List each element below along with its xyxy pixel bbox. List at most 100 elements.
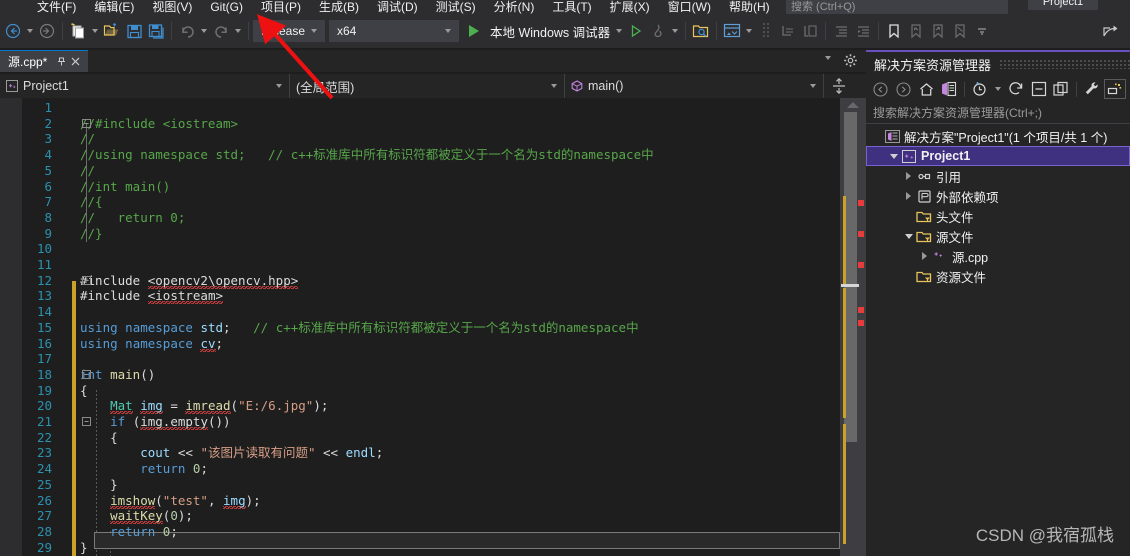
code-line[interactable]: 9 //} — [0, 226, 840, 242]
menu-item-window[interactable]: 窗口(W) — [659, 1, 720, 14]
menu-item-extensions[interactable]: 扩展(X) — [601, 1, 659, 14]
code-line[interactable]: 27 waitKey(0); — [0, 508, 840, 527]
scrollbar-error-marker[interactable] — [858, 231, 864, 237]
tree-item[interactable]: 引用 — [866, 166, 1130, 186]
code-line[interactable]: 22 { — [0, 430, 840, 446]
chevron-down-icon[interactable] — [825, 56, 831, 60]
pending-changes-icon[interactable] — [969, 79, 991, 99]
clear-bookmarks-icon[interactable] — [949, 19, 971, 43]
preview-selected-icon[interactable] — [1104, 79, 1126, 99]
scrollbar-error-marker[interactable] — [858, 320, 864, 326]
menu-item-project[interactable]: 项目(P) — [252, 1, 310, 14]
hot-reload-chevron-icon[interactable] — [672, 29, 679, 33]
debug-target-chevron-icon[interactable] — [616, 29, 623, 33]
code-line[interactable]: 12 #include <opencv2\opencv.hpp> — [0, 272, 840, 291]
menu-item-analyze[interactable]: 分析(N) — [485, 1, 544, 14]
comment-icon[interactable] — [777, 19, 799, 43]
menu-item-tools[interactable]: 工具(T) — [543, 1, 600, 14]
play-outline-icon[interactable] — [625, 19, 647, 43]
menu-item-file[interactable]: 文件(F) — [28, 1, 85, 14]
fold-toggle-icon[interactable]: − — [82, 275, 91, 285]
home-icon[interactable] — [916, 79, 938, 99]
fold-toggle-icon[interactable]: − — [82, 417, 91, 426]
navbar-member-dropdown[interactable]: main() — [565, 74, 824, 98]
menu-item-help[interactable]: 帮助(H) — [720, 1, 779, 14]
code-line[interactable]: 10 — [0, 241, 840, 257]
new-project-icon[interactable] — [67, 19, 89, 43]
navbar-scope-dropdown[interactable]: (全局范围) — [290, 74, 565, 98]
new-project-chevron-icon[interactable] — [92, 29, 98, 33]
solution-configuration-dropdown[interactable]: Release — [253, 20, 325, 42]
code-lines[interactable]: 1 2//#include <iostream> 3//4//using names… — [0, 98, 840, 556]
code-line[interactable]: 21 if (img.empty()) — [0, 414, 840, 432]
code-line[interactable]: 23 cout << "该图片读取有问题" << endl; — [0, 445, 840, 461]
code-line[interactable]: 5 // — [0, 163, 840, 179]
open-folder-icon[interactable] — [101, 19, 123, 43]
code-line[interactable]: 4 //using namespace std; // c++标准库中所有标识符都… — [0, 147, 840, 163]
save-all-icon[interactable] — [145, 19, 167, 43]
refresh-icon[interactable] — [1005, 79, 1027, 99]
fold-toggle-icon[interactable]: − — [82, 369, 91, 379]
previous-bookmark-icon[interactable] — [905, 19, 927, 43]
code-line[interactable]: 19 { — [0, 383, 840, 399]
solution-view-icon[interactable] — [938, 79, 960, 99]
start-debugging-label[interactable]: 本地 Windows 调试器 — [485, 22, 613, 41]
navbar-project-dropdown[interactable]: Project1 — [0, 74, 290, 98]
tree-item-selected[interactable]: Project1 — [866, 146, 1130, 166]
next-bookmark-icon[interactable] — [927, 19, 949, 43]
undo-icon[interactable] — [176, 19, 198, 43]
code-line[interactable]: 11 — [0, 257, 840, 273]
code-line[interactable]: 15 using namespace std; // c++标准库中所有标识符都被… — [0, 320, 840, 336]
tree-item[interactable]: 资源文件 — [866, 266, 1130, 286]
back-icon[interactable] — [870, 79, 892, 99]
menu-item-view[interactable]: 视图(V) — [143, 1, 201, 14]
global-search-input[interactable]: 搜索 (Ctrl+Q) — [786, 0, 1008, 14]
menu-item-build[interactable]: 生成(B) — [310, 1, 368, 14]
gear-icon[interactable] — [843, 53, 858, 73]
document-tab-source-cpp[interactable]: 源.cpp* — [0, 50, 89, 72]
code-line[interactable]: 13 #include <iostream> — [0, 288, 840, 307]
chevron-right-icon[interactable] — [918, 252, 931, 260]
editor-vertical-scrollbar[interactable] — [840, 98, 866, 556]
code-line[interactable]: 18 int main() — [0, 367, 840, 383]
tree-item[interactable]: 解决方案"Project1"(1 个项目/共 1 个) — [866, 126, 1130, 146]
menu-item-edit[interactable]: 编辑(E) — [85, 1, 143, 14]
navigate-back-icon[interactable] — [2, 19, 24, 43]
pin-icon[interactable] — [55, 55, 68, 68]
hot-reload-icon[interactable] — [647, 19, 669, 43]
tree-item[interactable]: 源文件 — [866, 226, 1130, 246]
chevron-right-icon[interactable] — [902, 192, 915, 200]
increase-indent-icon[interactable] — [852, 19, 874, 43]
code-line[interactable]: 24 return 0; — [0, 461, 840, 477]
tree-item[interactable]: 头文件 — [866, 206, 1130, 226]
play-icon[interactable] — [463, 19, 485, 43]
toolbar-overflow-icon[interactable] — [971, 19, 993, 43]
scroll-up-arrow-icon[interactable] — [847, 102, 859, 108]
code-line[interactable]: 25 } — [0, 477, 840, 493]
code-line[interactable]: 6 //int main() — [0, 179, 840, 195]
find-in-files-icon[interactable] — [690, 19, 712, 43]
menu-item-debug[interactable]: 调试(D) — [368, 1, 427, 14]
code-editor[interactable]: 1 2//#include <iostream> 3//4//using names… — [0, 98, 866, 556]
pending-changes-chevron-icon[interactable] — [994, 87, 1001, 91]
code-line[interactable]: 1 — [0, 100, 840, 116]
save-icon[interactable] — [123, 19, 145, 43]
uncomment-icon[interactable] — [799, 19, 821, 43]
chevron-down-icon[interactable] — [902, 233, 915, 239]
scrollbar-error-marker[interactable] — [858, 307, 864, 313]
undo-history-chevron-icon[interactable] — [201, 29, 207, 33]
forward-icon[interactable] — [893, 79, 915, 99]
code-line[interactable]: 8 // return 0; — [0, 210, 840, 226]
back-history-chevron-icon[interactable] — [27, 29, 33, 33]
tree-item[interactable]: 源.cpp — [866, 246, 1130, 266]
code-line[interactable]: 26 imshow("test", img); — [0, 492, 840, 511]
code-line[interactable]: 2 //#include <iostream> — [0, 116, 840, 132]
chevron-down-icon[interactable] — [887, 153, 900, 159]
solution-platform-dropdown[interactable]: x64 — [329, 20, 459, 42]
show-all-files-icon[interactable] — [1051, 79, 1073, 99]
share-icon[interactable] — [1100, 19, 1122, 43]
code-line[interactable]: 28 return 0; — [0, 524, 840, 540]
properties-icon[interactable] — [1081, 79, 1103, 99]
fold-toggle-icon[interactable]: − — [82, 118, 91, 128]
solution-tree[interactable]: 解决方案"Project1"(1 个项目/共 1 个) Project1 引用 外部依… — [866, 124, 1130, 286]
